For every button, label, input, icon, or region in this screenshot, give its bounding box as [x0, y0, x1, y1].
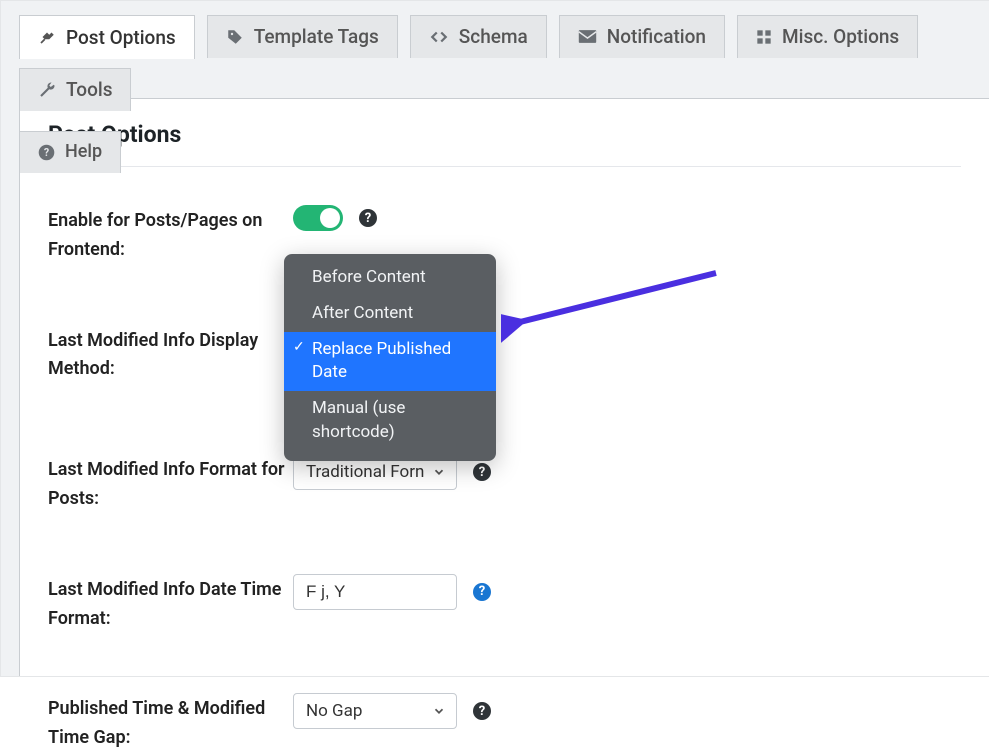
tab-label: Notification — [607, 27, 706, 46]
help-icon[interactable]: ? — [359, 209, 377, 227]
tab-label: Post Options — [66, 28, 176, 47]
help-icon: ? — [38, 144, 55, 161]
gap-select[interactable]: No Gap — [293, 693, 457, 729]
chevron-down-icon — [432, 704, 446, 718]
tag-icon — [226, 28, 244, 46]
svg-text:?: ? — [44, 146, 49, 159]
tab-template-tags[interactable]: Template Tags — [207, 15, 398, 58]
panel-post-options: Post Options Enable for Posts/Pages on F… — [19, 98, 989, 676]
mail-icon — [578, 29, 597, 44]
tab-tools[interactable]: Tools — [19, 68, 131, 111]
wrench-icon — [38, 81, 56, 99]
dropdown-option[interactable]: After Content — [284, 296, 496, 332]
dropdown-option[interactable]: Manual (use shortcode) — [284, 391, 496, 451]
row-time-gap: Published Time & Modified Time Gap: No G… — [48, 693, 961, 753]
settings-page: Post Options Template Tags Schema Notifi… — [0, 0, 989, 677]
row-datetime-format: Last Modified Info Date Time Format: ? — [48, 574, 961, 634]
tab-label: Help — [65, 143, 102, 161]
tab-misc-options[interactable]: Misc. Options — [737, 15, 918, 58]
tab-label: Schema — [459, 27, 528, 46]
help-icon[interactable]: ? — [473, 463, 491, 481]
row-label: Enable for Posts/Pages on Frontend: — [48, 205, 293, 265]
row-label: Last Modified Info Date Time Format: — [48, 574, 293, 634]
grid-icon — [756, 29, 772, 45]
select-value: Traditional Forn — [306, 462, 424, 482]
tab-schema[interactable]: Schema — [410, 15, 547, 58]
tabs-bar: Post Options Template Tags Schema Notifi… — [1, 1, 989, 173]
row-enable-frontend: Enable for Posts/Pages on Frontend: ? — [48, 205, 961, 265]
row-format: Last Modified Info Format for Posts: Tra… — [48, 454, 961, 514]
tab-post-options[interactable]: Post Options — [19, 15, 195, 59]
row-display-method: Last Modified Info Display Method: — [48, 325, 961, 385]
chevron-down-icon — [432, 465, 446, 479]
display-method-dropdown: Before Content After Content Replace Pub… — [284, 254, 496, 461]
tab-label: Misc. Options — [782, 27, 899, 46]
dropdown-option[interactable]: Replace Published Date — [284, 332, 496, 392]
row-label: Published Time & Modified Time Gap: — [48, 693, 293, 753]
tab-notification[interactable]: Notification — [559, 15, 725, 58]
pin-icon — [38, 28, 56, 46]
row-label: Last Modified Info Display Method: — [48, 325, 293, 385]
tab-label: Tools — [66, 80, 112, 99]
tab-help[interactable]: ? Help — [19, 131, 121, 173]
datetime-format-input[interactable] — [293, 574, 457, 610]
help-icon[interactable]: ? — [473, 702, 491, 720]
select-value: No Gap — [306, 701, 362, 721]
dropdown-option[interactable]: Before Content — [284, 260, 496, 296]
tab-label: Template Tags — [254, 27, 379, 46]
enable-toggle[interactable] — [293, 205, 343, 231]
row-label: Last Modified Info Format for Posts: — [48, 454, 293, 514]
code-icon — [429, 28, 449, 46]
help-icon[interactable]: ? — [473, 583, 491, 601]
